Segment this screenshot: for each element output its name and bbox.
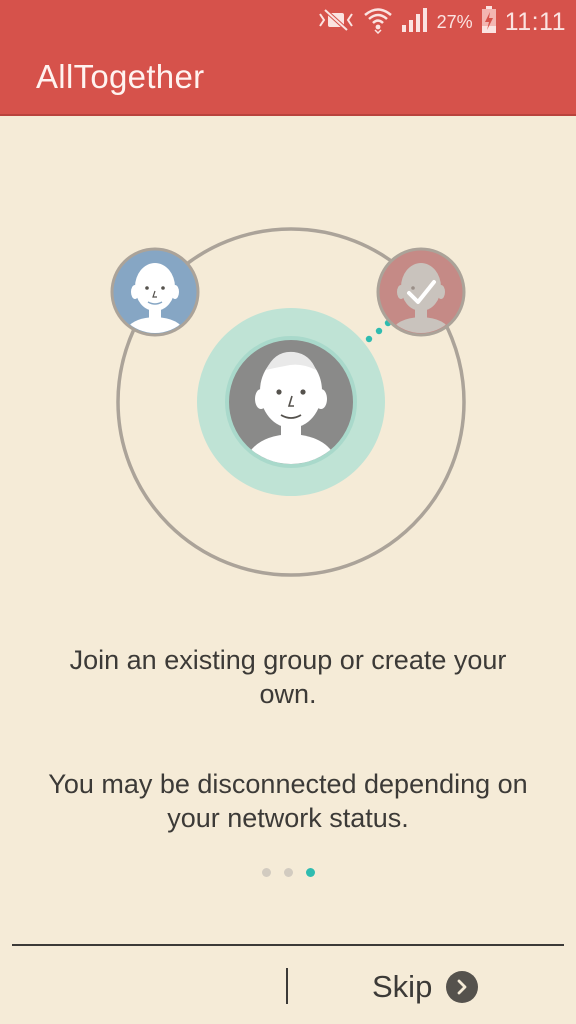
battery-charging-icon — [481, 5, 497, 39]
status-bar: 27% 11:11 — [317, 4, 566, 40]
member-avatar-icon — [110, 247, 200, 337]
status-time: 11:11 — [504, 7, 566, 36]
me-avatar-icon — [197, 308, 385, 496]
page-dot — [283, 868, 293, 877]
skip-label: Skip — [372, 969, 433, 1004]
page-dot — [261, 868, 271, 877]
page-dot — [305, 868, 315, 877]
signal-icon — [401, 7, 429, 38]
footer-divider-line — [12, 944, 564, 946]
onboarding-text-secondary: You may be disconnected depending on you… — [48, 769, 528, 833]
app-title: AllTogether — [36, 58, 205, 95]
group-illustration — [110, 227, 466, 577]
app-header: 27% 11:11 AllTogether — [0, 0, 576, 116]
mute-vibrate-icon — [317, 8, 355, 37]
wifi-icon — [363, 6, 393, 39]
footer-vertical-divider — [286, 968, 288, 1004]
battery-percentage: 27% — [436, 11, 473, 32]
chevron-right-icon — [446, 971, 479, 1003]
onboarding-text-primary: Join an existing group or create your ow… — [69, 645, 507, 709]
skip-button[interactable]: Skip — [372, 962, 479, 1012]
joined-member-avatar-icon — [376, 247, 466, 337]
page-indicator — [0, 868, 576, 877]
